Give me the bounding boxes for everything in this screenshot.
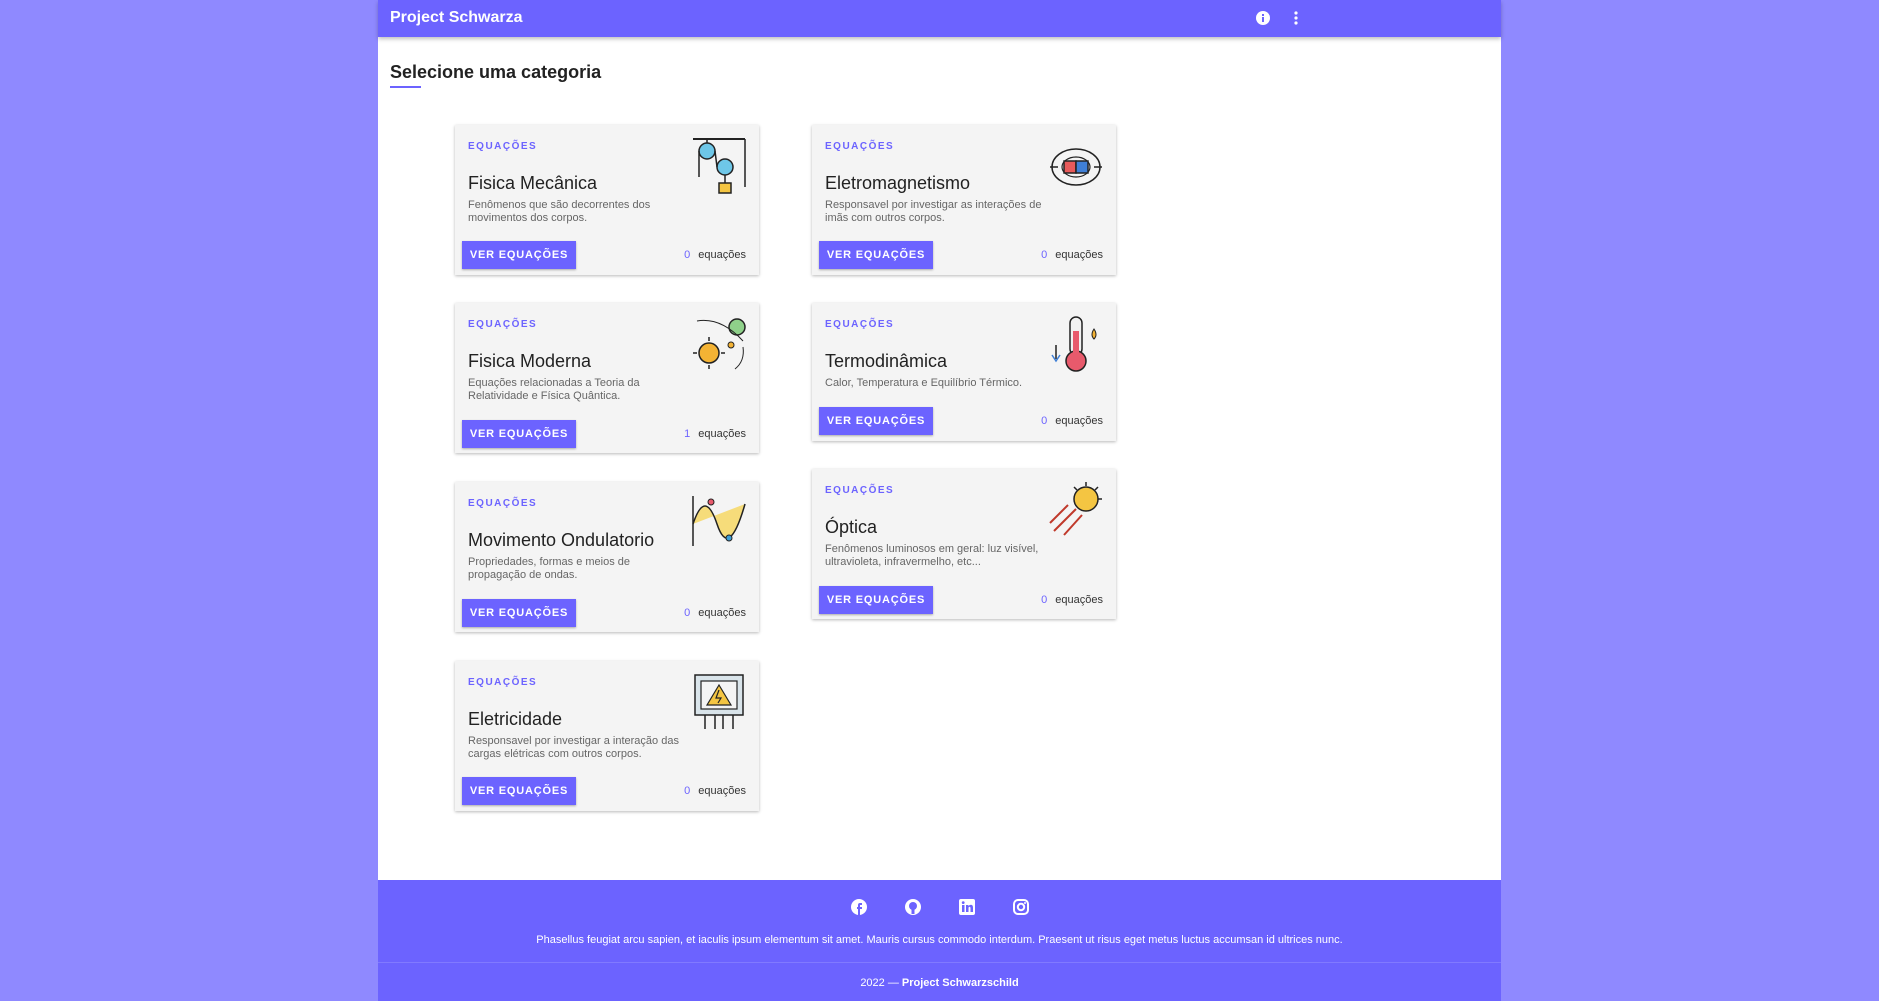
count-label: equações bbox=[1055, 594, 1103, 606]
card-title: Eletricidade bbox=[468, 709, 563, 729]
top-app-bar: Project Schwarza bbox=[378, 0, 1501, 37]
pulley-icon bbox=[693, 138, 746, 194]
equation-count: 0 equações bbox=[684, 785, 746, 797]
card-title: Fisica Moderna bbox=[468, 351, 592, 371]
count-value: 1 bbox=[684, 428, 691, 440]
category-card: EQUAÇÕES Eletromagnetismo Responsavel po… bbox=[812, 125, 1116, 275]
ver-equacoes-button[interactable]: VER EQUAÇÕES bbox=[462, 777, 576, 805]
card-description: Propriedades, formas e meios de propagaç… bbox=[468, 556, 631, 581]
solar-system-icon bbox=[693, 318, 746, 370]
card-title: Eletromagnetismo bbox=[825, 173, 971, 193]
social-links bbox=[378, 898, 1501, 916]
count-value: 0 bbox=[684, 785, 691, 797]
count-label: equações bbox=[1055, 249, 1103, 261]
count-value: 0 bbox=[1041, 594, 1048, 606]
count-value: 0 bbox=[1041, 415, 1048, 427]
category-card: EQUAÇÕES Óptica Fenômenos luminosos em g… bbox=[812, 469, 1116, 619]
equation-count: 0 equações bbox=[1041, 415, 1103, 427]
card-title: Óptica bbox=[825, 517, 878, 537]
footer-text: Phasellus feugiat arcu sapien, et iaculi… bbox=[536, 934, 1343, 946]
instagram-icon[interactable] bbox=[1012, 898, 1030, 916]
count-value: 0 bbox=[1041, 249, 1048, 261]
ver-equacoes-button[interactable]: VER EQUAÇÕES bbox=[819, 407, 933, 435]
count-value: 0 bbox=[684, 607, 691, 619]
page-title: Selecione uma categoria bbox=[390, 62, 602, 82]
card-title: Movimento Ondulatorio bbox=[468, 530, 655, 550]
equation-count: 0 equações bbox=[1041, 249, 1103, 261]
linkedin-icon[interactable] bbox=[958, 898, 976, 916]
page: Project Schwarza Selecione uma categoria… bbox=[378, 0, 1501, 1001]
category-card: EQUAÇÕES Termodinâmica Calor, Temperatur… bbox=[812, 303, 1116, 441]
count-value: 0 bbox=[684, 249, 691, 261]
wave-icon bbox=[692, 496, 746, 546]
card-title: Fisica Mecânica bbox=[468, 173, 598, 193]
magnet-icon bbox=[1050, 148, 1102, 186]
card-description: Calor, Temperatura e Equilíbrio Térmico. bbox=[825, 377, 1023, 389]
footer: Phasellus feugiat arcu sapien, et iaculi… bbox=[378, 880, 1501, 1001]
equation-count: 1 equações bbox=[684, 428, 746, 440]
equation-count: 0 equações bbox=[684, 607, 746, 619]
count-label: equações bbox=[698, 428, 746, 440]
count-label: equações bbox=[698, 249, 746, 261]
ver-equacoes-button[interactable]: VER EQUAÇÕES bbox=[819, 241, 933, 269]
ver-equacoes-button[interactable]: VER EQUAÇÕES bbox=[819, 586, 933, 614]
card-eyebrow: EQUAÇÕES bbox=[825, 141, 895, 152]
count-label: equações bbox=[1055, 415, 1103, 427]
info-icon[interactable] bbox=[1255, 10, 1271, 26]
equation-count: 0 equações bbox=[1041, 594, 1103, 606]
copyright-brand[interactable]: Project Schwarzschild bbox=[902, 977, 1019, 989]
copyright-year: 2022 — bbox=[860, 977, 899, 989]
count-label: equações bbox=[698, 785, 746, 797]
more-vert-icon[interactable] bbox=[1288, 10, 1304, 26]
electric-panel-icon bbox=[694, 674, 744, 729]
count-label: equações bbox=[698, 607, 746, 619]
card-eyebrow: EQUAÇÕES bbox=[468, 141, 538, 152]
card-eyebrow: EQUAÇÕES bbox=[468, 319, 538, 330]
card-eyebrow: EQUAÇÕES bbox=[825, 319, 895, 330]
card-description: Responsavel por investigar as interações… bbox=[825, 199, 1042, 224]
ver-equacoes-button[interactable]: VER EQUAÇÕES bbox=[462, 241, 576, 269]
facebook-icon[interactable] bbox=[850, 898, 868, 916]
category-card: EQUAÇÕES Fisica Moderna Equações relacio… bbox=[455, 303, 759, 453]
card-description: Fenômenos luminosos em geral: luz visíve… bbox=[825, 543, 1039, 568]
category-card: EQUAÇÕES Movimento Ondulatorio Proprieda… bbox=[455, 482, 759, 632]
equation-count: 0 equações bbox=[684, 249, 746, 261]
ver-equacoes-button[interactable]: VER EQUAÇÕES bbox=[462, 599, 576, 627]
footer-divider bbox=[378, 962, 1501, 963]
brand-title[interactable]: Project Schwarza bbox=[390, 9, 523, 27]
card-eyebrow: EQUAÇÕES bbox=[825, 485, 895, 496]
card-description: Equações relacionadas a Teoria da Relati… bbox=[468, 377, 640, 402]
card-description: Responsavel por investigar a interação d… bbox=[468, 735, 679, 760]
card-eyebrow: EQUAÇÕES bbox=[468, 498, 538, 509]
category-card: EQUAÇÕES Eletricidade Responsavel por in… bbox=[455, 661, 759, 811]
title-underline bbox=[390, 86, 421, 88]
footer-copyright: 2022 — Project Schwarzschild bbox=[378, 977, 1501, 989]
card-title: Termodinâmica bbox=[825, 351, 948, 371]
github-icon[interactable] bbox=[904, 898, 922, 916]
ver-equacoes-button[interactable]: VER EQUAÇÕES bbox=[462, 420, 576, 448]
uv-sun-icon bbox=[1049, 482, 1102, 536]
category-card: EQUAÇÕES Fisica Mecânica Fenômenos que s… bbox=[455, 125, 759, 275]
card-description: Fenômenos que são decorrentes dos movime… bbox=[468, 199, 651, 224]
thermometer-icon bbox=[1051, 316, 1097, 372]
card-eyebrow: EQUAÇÕES bbox=[468, 677, 538, 688]
